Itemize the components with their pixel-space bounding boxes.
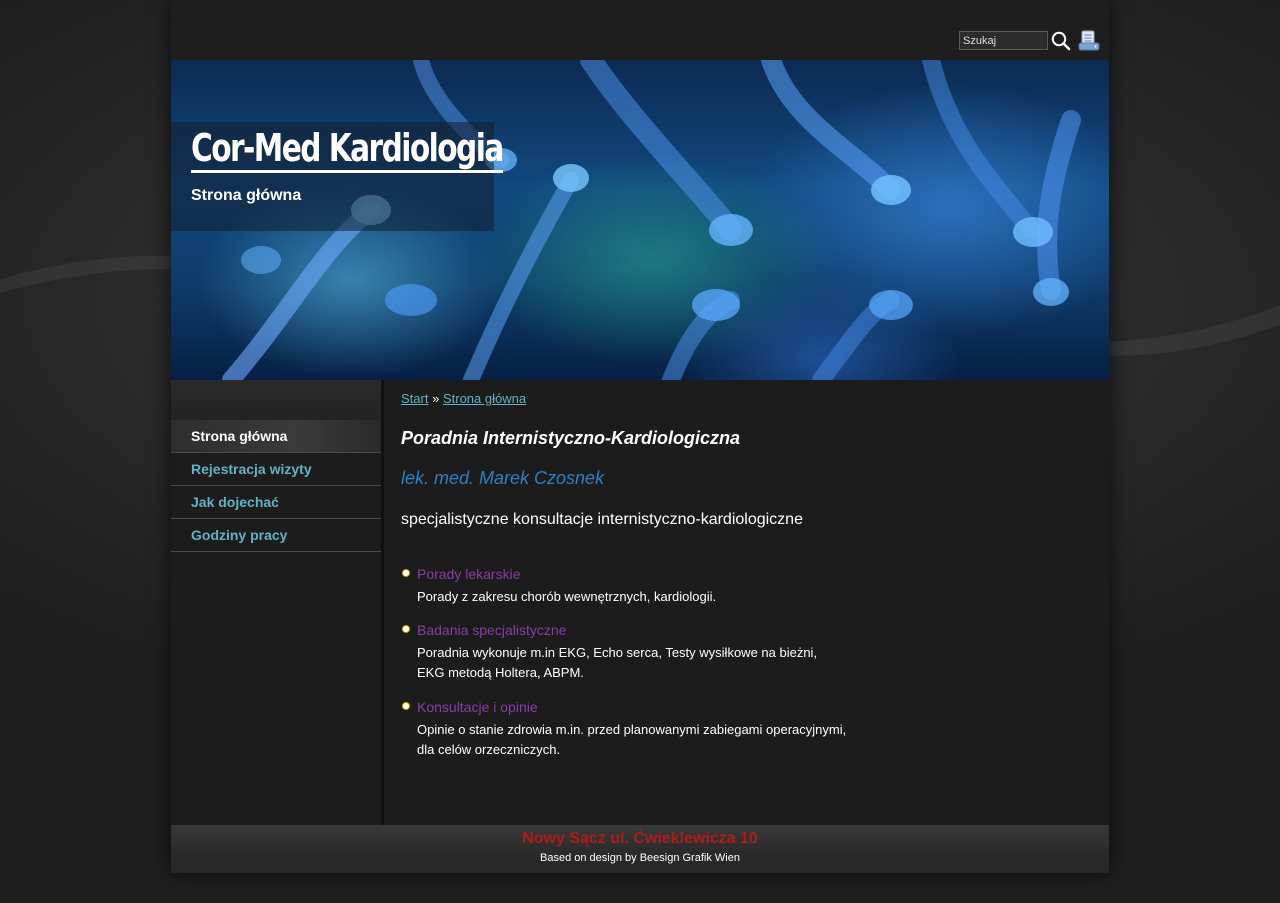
breadcrumb: Start » Strona główna [401,391,526,406]
bullet-icon [403,570,409,576]
bullet-icon [403,626,409,632]
service-desc-porady: Porady z zakresu chorób wewnętrznych, ka… [417,589,717,604]
page-heading: Poradnia Internistyczno-Kardiologiczna [401,428,741,448]
bullet-icon [403,703,409,709]
sidebar-item-rejestracja-wizyty[interactable]: Rejestracja wizyty [171,453,381,486]
doctor-name: lek. med. Marek Czosnek [401,468,605,488]
service-desc-konsultacje-line2: dla celów orzeczniczych. [417,742,561,757]
page-container: Cor-Med Kardiologia Strona główna Strona… [171,0,1109,873]
print-icon[interactable] [1077,30,1101,52]
intro-text: specjalistyczne konsultacje internistycz… [401,511,803,528]
search-icon[interactable] [1050,30,1072,52]
sidebar-header [171,380,381,420]
footer-credit: Based on design by Beesign Grafik Wien [540,852,740,864]
sidebar-item-jak-dojechac[interactable]: Jak dojechać [171,486,381,519]
service-title-konsultacje[interactable]: Konsultacje i opinie [417,699,538,715]
breadcrumb-start-link[interactable]: Start [401,391,428,406]
breadcrumb-current-link[interactable]: Strona główna [443,391,526,406]
service-desc-konsultacje-line1: Opinie o stanie zdrowia m.in. przed plan… [417,722,847,737]
site-title[interactable]: Cor-Med Kardiologia [191,126,504,173]
sidebar-item-strona-glowna[interactable]: Strona główna [171,420,381,453]
header-banner: Cor-Med Kardiologia Strona główna [171,60,1109,380]
site-subtitle: Strona główna [191,187,302,204]
search-input[interactable] [959,31,1048,50]
service-desc-badania-line1: Poradnia wykonuje m.in EKG, Echo serca, … [417,645,818,660]
breadcrumb-separator: » [432,391,440,406]
title-box: Cor-Med Kardiologia Strona główna [171,122,504,231]
service-title-badania[interactable]: Badania specjalistyczne [417,622,566,638]
footer: Nowy Sącz ul. Ćwieklewicza 10 Based on d… [171,825,1109,873]
sidebar: Strona główna Rejestracja wizyty Jak doj… [171,380,384,825]
sidebar-nav: Strona główna Rejestracja wizyty Jak doj… [171,420,381,552]
top-bar [171,0,1109,60]
sidebar-item-godziny-pracy[interactable]: Godziny pracy [171,519,381,552]
service-desc-badania-line2: EKG metodą Holtera, ABPM. [417,665,584,680]
service-title-porady[interactable]: Porady lekarskie [417,566,521,582]
footer-address: Nowy Sącz ul. Ćwieklewicza 10 [522,830,758,847]
